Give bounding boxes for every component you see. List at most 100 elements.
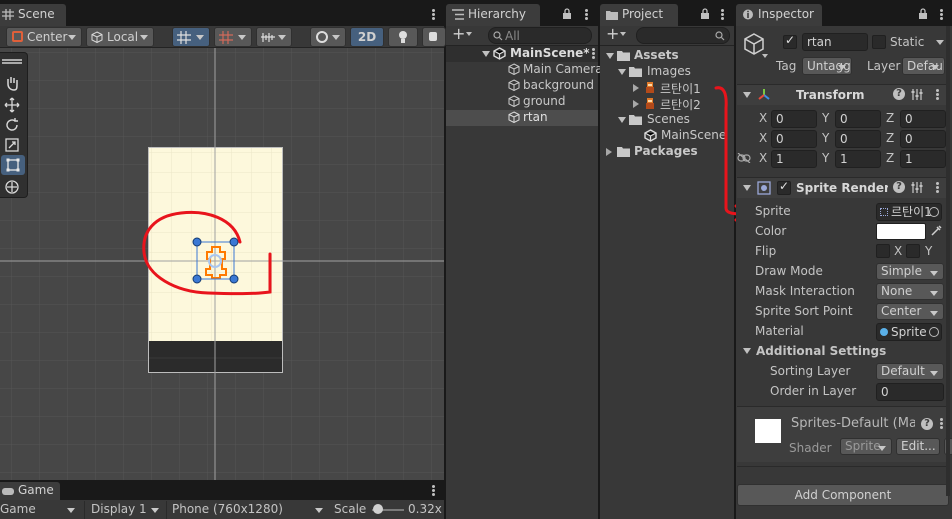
tab-game[interactable]: Game xyxy=(0,482,60,500)
tag-dropdown[interactable]: Untagged xyxy=(802,57,852,75)
hierarchy-item[interactable]: Main Camera xyxy=(446,62,603,78)
scale-tool-icon[interactable] xyxy=(4,137,20,153)
expand-arrow-icon[interactable] xyxy=(618,69,626,75)
expand-arrow-icon[interactable] xyxy=(618,117,626,123)
hand-tool-icon[interactable] xyxy=(4,75,20,91)
link-icon[interactable] xyxy=(737,153,751,163)
help-icon[interactable]: ? xyxy=(893,88,905,100)
sprite-renderer-menu-icon[interactable] xyxy=(936,182,939,193)
display-dropdown[interactable]: Display 1 xyxy=(84,501,164,519)
material-object-field[interactable]: Sprite xyxy=(876,323,942,341)
foldout-arrow-icon[interactable] xyxy=(743,348,751,354)
inspector-scrollbar[interactable] xyxy=(946,26,950,496)
rotation-y-input[interactable]: 0 xyxy=(835,130,881,148)
hierarchy-item-selected[interactable]: rtan xyxy=(446,110,598,126)
shading-dropdown[interactable] xyxy=(310,27,346,47)
increment-snap-dropdown[interactable] xyxy=(214,27,252,47)
collapse-arrow-icon[interactable] xyxy=(633,100,639,108)
add-component-button[interactable]: Add Component xyxy=(737,484,949,506)
scene-row[interactable]: MainScene* xyxy=(446,46,598,62)
edit-shader-button[interactable]: Edit... xyxy=(896,438,940,455)
sprite-object-field[interactable]: 르탄이1 xyxy=(876,203,942,221)
hierarchy-item[interactable]: background xyxy=(446,78,598,94)
pivot-dropdown[interactable]: Center xyxy=(6,27,82,47)
tab-project[interactable]: Project xyxy=(600,4,678,26)
lock-icon[interactable] xyxy=(700,8,710,19)
shader-dropdown[interactable]: Sprite xyxy=(840,438,892,455)
position-z-input[interactable]: 0 xyxy=(900,110,946,128)
grid-snap-dropdown[interactable] xyxy=(172,27,210,47)
ruler-dropdown[interactable] xyxy=(256,27,292,47)
space-dropdown[interactable]: Local xyxy=(86,27,154,47)
rotate-tool-icon[interactable] xyxy=(4,117,20,133)
mode-2d-button[interactable]: 2D xyxy=(350,27,384,47)
flip-y-checkbox[interactable] xyxy=(906,244,920,258)
scale-z-input[interactable]: 1 xyxy=(900,150,946,168)
inspector-menu-icon[interactable] xyxy=(940,9,943,20)
static-checkbox[interactable] xyxy=(872,35,886,49)
tree-assets[interactable]: Assets xyxy=(600,48,734,64)
hierarchy-menu-icon[interactable] xyxy=(585,9,588,20)
preset-icon[interactable] xyxy=(911,181,923,194)
expand-arrow-icon[interactable] xyxy=(482,51,490,57)
add-dropdown-icon[interactable] xyxy=(466,32,472,36)
active-checkbox[interactable] xyxy=(783,33,797,49)
object-name-input[interactable]: rtan xyxy=(802,33,868,51)
scene-menu-icon[interactable] xyxy=(432,9,435,20)
static-dropdown-icon[interactable] xyxy=(936,40,944,45)
sprite-renderer-enabled-checkbox[interactable] xyxy=(777,179,791,195)
hierarchy-item[interactable]: ground xyxy=(446,94,598,110)
drag-handle-icon[interactable] xyxy=(2,59,22,61)
preset-icon[interactable] xyxy=(911,88,923,101)
flip-x-checkbox[interactable] xyxy=(876,244,890,258)
resolution-dropdown[interactable]: Phone (760x1280) xyxy=(166,501,328,519)
move-tool-icon[interactable] xyxy=(4,97,20,113)
tree-images[interactable]: Images xyxy=(600,64,734,80)
project-add-button[interactable]: + xyxy=(606,24,619,43)
position-y-input[interactable]: 0 xyxy=(835,110,881,128)
rect-tool-button[interactable] xyxy=(1,155,25,175)
scale-slider-thumb[interactable] xyxy=(373,504,383,514)
sprite-renderer-header[interactable]: Sprite Renderer ? xyxy=(737,177,950,198)
mask-interaction-dropdown[interactable]: None xyxy=(876,283,944,300)
collapse-arrow-icon[interactable] xyxy=(633,84,639,92)
project-menu-icon[interactable] xyxy=(721,9,724,20)
tab-hierarchy[interactable]: Hierarchy xyxy=(446,4,540,26)
object-picker-icon[interactable] xyxy=(929,207,939,217)
transform-menu-icon[interactable] xyxy=(936,89,939,100)
foldout-arrow-icon[interactable] xyxy=(743,92,751,98)
lighting-toggle[interactable] xyxy=(388,27,418,47)
tab-scene[interactable]: Scene xyxy=(0,4,66,26)
game-view-dropdown[interactable]: Game xyxy=(0,501,80,519)
audio-toggle[interactable] xyxy=(422,27,446,47)
order-in-layer-input[interactable]: 0 xyxy=(876,383,944,401)
icon-dropdown-arrow[interactable] xyxy=(762,54,768,58)
foldout-arrow-icon[interactable] xyxy=(743,185,751,191)
help-icon[interactable]: ? xyxy=(893,181,905,193)
lock-icon[interactable] xyxy=(562,8,572,19)
scale-y-input[interactable]: 1 xyxy=(835,150,881,168)
rotation-x-input[interactable]: 0 xyxy=(771,130,817,148)
lock-icon[interactable] xyxy=(918,8,928,19)
color-swatch[interactable] xyxy=(876,223,926,240)
material-menu-icon[interactable] xyxy=(940,418,943,429)
project-search-input[interactable] xyxy=(636,27,730,44)
transform-header[interactable]: Transform ? xyxy=(737,84,950,105)
layer-dropdown[interactable]: Default xyxy=(902,57,945,75)
sorting-layer-dropdown[interactable]: Default xyxy=(876,363,944,380)
scale-x-input[interactable]: 1 xyxy=(771,150,817,168)
expand-arrow-icon[interactable] xyxy=(606,53,614,59)
help-icon[interactable]: ? xyxy=(921,418,933,430)
tab-inspector[interactable]: Inspector xyxy=(736,4,822,26)
position-x-input[interactable]: 0 xyxy=(771,110,817,128)
collapse-arrow-icon[interactable] xyxy=(606,148,612,156)
add-dropdown-icon[interactable] xyxy=(620,32,626,36)
scene-view[interactable] xyxy=(0,48,444,480)
game-menu-icon[interactable] xyxy=(432,485,435,496)
hierarchy-add-button[interactable]: + xyxy=(452,24,465,43)
rotation-z-input[interactable]: 0 xyxy=(900,130,946,148)
hierarchy-search-input[interactable]: All xyxy=(488,27,592,44)
eyedropper-icon[interactable] xyxy=(930,225,942,237)
object-picker-icon[interactable] xyxy=(929,327,939,337)
scene-row-menu-icon[interactable] xyxy=(592,48,595,59)
